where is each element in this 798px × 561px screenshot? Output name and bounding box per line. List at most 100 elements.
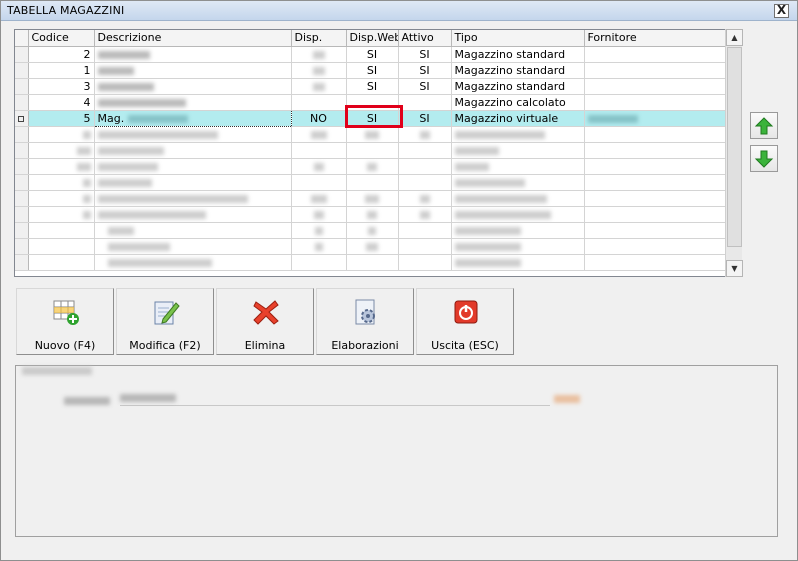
cell-tipo[interactable] xyxy=(451,206,585,223)
cell-fornitore[interactable] xyxy=(584,78,727,95)
cell-tipo[interactable] xyxy=(451,190,585,207)
cell-disp[interactable] xyxy=(291,94,347,111)
warehouse-grid[interactable]: Codice Descrizione Disp. Disp.Web Attivo… xyxy=(14,29,742,277)
cell-attivo[interactable] xyxy=(398,190,452,207)
table-row[interactable] xyxy=(15,238,727,255)
cell-descrizione[interactable]: Mag. xyxy=(93,109,292,127)
cell-disp[interactable] xyxy=(291,254,347,271)
cell-attivo[interactable] xyxy=(398,222,452,239)
cell-descrizione[interactable] xyxy=(94,158,292,175)
cell-attivo[interactable] xyxy=(398,94,452,111)
scroll-thumb[interactable] xyxy=(727,47,742,247)
cell-dispweb[interactable]: SI xyxy=(346,110,399,127)
cell-fornitore[interactable] xyxy=(584,142,727,159)
cell-dispweb[interactable]: SI xyxy=(346,62,399,79)
table-row[interactable] xyxy=(15,142,727,159)
cell-codice[interactable] xyxy=(28,142,95,159)
cell-fornitore[interactable] xyxy=(584,238,727,255)
close-button[interactable]: X xyxy=(774,4,789,18)
cell-attivo[interactable]: SI xyxy=(398,78,452,95)
cell-disp[interactable] xyxy=(291,174,347,191)
cell-dispweb[interactable] xyxy=(346,174,399,191)
cell-fornitore[interactable] xyxy=(584,158,727,175)
cell-tipo[interactable]: Magazzino standard xyxy=(451,46,585,63)
table-row[interactable] xyxy=(15,126,727,143)
table-row[interactable]: 1 SI SI Magazzino standard xyxy=(15,62,727,79)
cell-codice[interactable]: 1 xyxy=(28,62,95,79)
cell-dispweb[interactable]: SI xyxy=(346,46,399,63)
cell-attivo[interactable] xyxy=(398,174,452,191)
cell-descrizione[interactable] xyxy=(94,94,292,111)
cell-dispweb[interactable] xyxy=(346,94,399,111)
cell-fornitore[interactable] xyxy=(584,94,727,111)
cell-disp[interactable]: NO xyxy=(291,110,347,127)
cell-codice[interactable]: 2 xyxy=(28,46,95,63)
table-row[interactable] xyxy=(15,174,727,191)
cell-dispweb[interactable] xyxy=(346,222,399,239)
table-row[interactable]: 4 Magazzino calcolato xyxy=(15,94,727,111)
cell-disp[interactable] xyxy=(291,206,347,223)
column-header-attivo[interactable]: Attivo xyxy=(398,30,452,47)
cell-codice[interactable] xyxy=(28,174,95,191)
column-header-fornitore[interactable]: Fornitore xyxy=(584,30,727,47)
cell-tipo[interactable] xyxy=(451,254,585,271)
move-up-button[interactable] xyxy=(750,112,778,139)
table-row[interactable]: 2 SI SI Magazzino standard xyxy=(15,46,727,63)
cell-fornitore[interactable] xyxy=(584,206,727,223)
cell-dispweb[interactable] xyxy=(346,190,399,207)
cell-codice[interactable] xyxy=(28,206,95,223)
cell-tipo[interactable] xyxy=(451,174,585,191)
cell-disp[interactable] xyxy=(291,238,347,255)
cell-descrizione[interactable] xyxy=(94,126,292,143)
cell-dispweb[interactable] xyxy=(346,158,399,175)
cell-codice[interactable] xyxy=(28,238,95,255)
column-header-disp[interactable]: Disp. xyxy=(291,30,347,47)
modifica-button[interactable]: Modifica (F2) xyxy=(116,288,214,355)
cell-codice[interactable] xyxy=(28,222,95,239)
panel-field[interactable] xyxy=(120,388,550,406)
cell-descrizione[interactable] xyxy=(94,254,292,271)
cell-attivo[interactable] xyxy=(398,142,452,159)
cell-disp[interactable] xyxy=(291,190,347,207)
cell-fornitore[interactable] xyxy=(584,222,727,239)
cell-dispweb[interactable]: SI xyxy=(346,78,399,95)
cell-disp[interactable] xyxy=(291,78,347,95)
cell-descrizione[interactable] xyxy=(94,238,292,255)
column-header-codice[interactable]: Codice xyxy=(28,30,95,47)
cell-fornitore[interactable] xyxy=(584,46,727,63)
cell-codice[interactable]: 4 xyxy=(28,94,95,111)
cell-codice[interactable] xyxy=(28,254,95,271)
cell-fornitore[interactable] xyxy=(584,126,727,143)
nuovo-button[interactable]: Nuovo (F4) xyxy=(16,288,114,355)
cell-attivo[interactable] xyxy=(398,254,452,271)
cell-tipo[interactable] xyxy=(451,238,585,255)
cell-attivo[interactable] xyxy=(398,206,452,223)
column-header-tipo[interactable]: Tipo xyxy=(451,30,585,47)
cell-dispweb[interactable] xyxy=(346,142,399,159)
cell-disp[interactable] xyxy=(291,222,347,239)
column-header-descrizione[interactable]: Descrizione xyxy=(94,30,292,47)
cell-attivo[interactable]: SI xyxy=(398,62,452,79)
cell-disp[interactable] xyxy=(291,126,347,143)
scroll-up-button[interactable]: ▲ xyxy=(726,29,743,46)
elimina-button[interactable]: Elimina xyxy=(216,288,314,355)
cell-descrizione[interactable] xyxy=(94,46,292,63)
column-header-dispweb[interactable]: Disp.Web xyxy=(346,30,399,47)
cell-codice[interactable]: 5 xyxy=(28,110,95,127)
cell-fornitore[interactable] xyxy=(584,190,727,207)
cell-codice[interactable] xyxy=(28,158,95,175)
cell-disp[interactable] xyxy=(291,46,347,63)
table-row[interactable] xyxy=(15,206,727,223)
panel-field-actions[interactable] xyxy=(554,392,582,406)
vertical-scrollbar[interactable]: ▲ ▼ xyxy=(725,29,743,277)
cell-tipo[interactable]: Magazzino calcolato xyxy=(451,94,585,111)
cell-tipo[interactable] xyxy=(451,158,585,175)
cell-dispweb[interactable] xyxy=(346,254,399,271)
table-row-selected[interactable]: 5 Mag. NO SI SI Magazzino virtuale xyxy=(15,109,727,127)
cell-attivo[interactable] xyxy=(398,126,452,143)
cell-codice[interactable] xyxy=(28,126,95,143)
cell-fornitore[interactable] xyxy=(584,110,727,127)
cell-disp[interactable] xyxy=(291,142,347,159)
table-row[interactable]: 3 SI SI Magazzino standard xyxy=(15,78,727,95)
cell-fornitore[interactable] xyxy=(584,254,727,271)
